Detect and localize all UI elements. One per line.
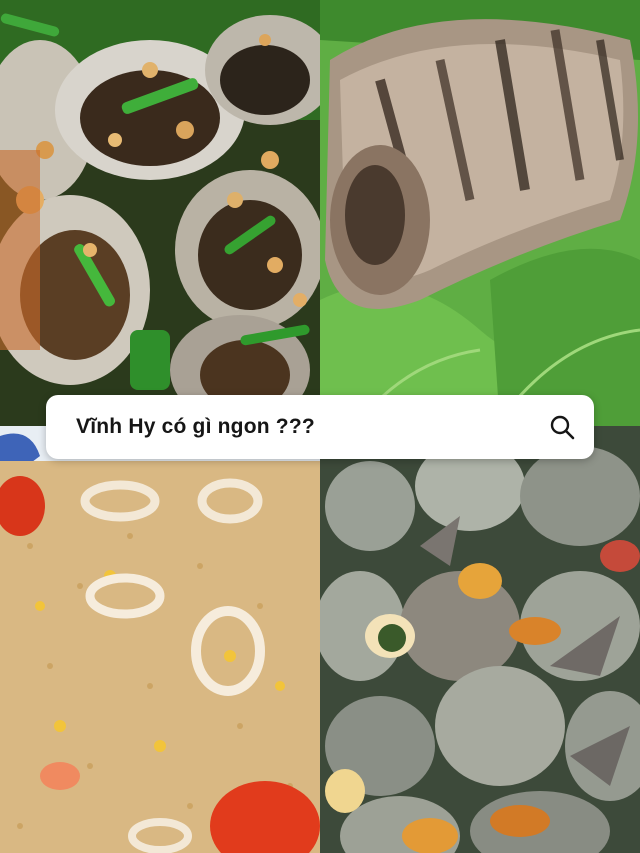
search-query-text: Vĩnh Hy có gì ngon ??? xyxy=(76,415,315,438)
squid-fried-rice-photo xyxy=(0,426,320,853)
search-bar[interactable]: Vĩnh Hy có gì ngon ??? xyxy=(46,395,594,459)
grilled-fish-photo xyxy=(320,0,640,426)
sea-snails-photo xyxy=(320,426,640,853)
search-icon[interactable] xyxy=(548,413,576,441)
grilled-oysters-photo xyxy=(0,0,320,426)
